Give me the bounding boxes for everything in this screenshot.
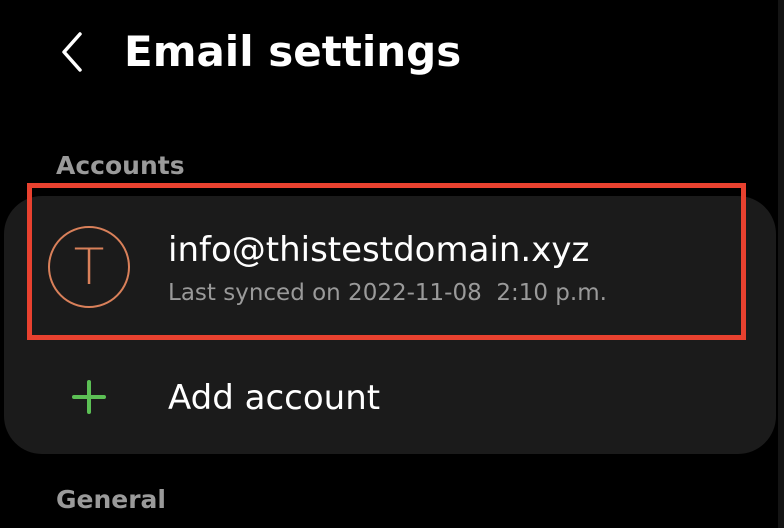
chevron-left-icon [62, 32, 82, 72]
avatar: T [48, 226, 130, 308]
plus-icon [70, 378, 108, 416]
add-account-button[interactable]: Add account [4, 356, 776, 440]
app-header: Email settings [0, 0, 784, 110]
screen-edge [778, 0, 784, 528]
account-last-synced: Last synced on 2022-11-08 2:10 p.m. [168, 280, 607, 306]
page-title: Email settings [124, 27, 462, 76]
email-settings-screen: Email settings Accounts T info@thistestd… [0, 0, 784, 528]
account-email: info@thistestdomain.xyz [168, 230, 590, 270]
account-item[interactable]: T info@thistestdomain.xyz Last synced on… [4, 196, 776, 338]
add-account-label: Add account [168, 378, 381, 418]
accounts-card: T info@thistestdomain.xyz Last synced on… [4, 196, 776, 454]
back-button[interactable] [44, 22, 100, 82]
section-header-accounts: Accounts [56, 151, 185, 180]
section-header-general: General [56, 485, 166, 514]
